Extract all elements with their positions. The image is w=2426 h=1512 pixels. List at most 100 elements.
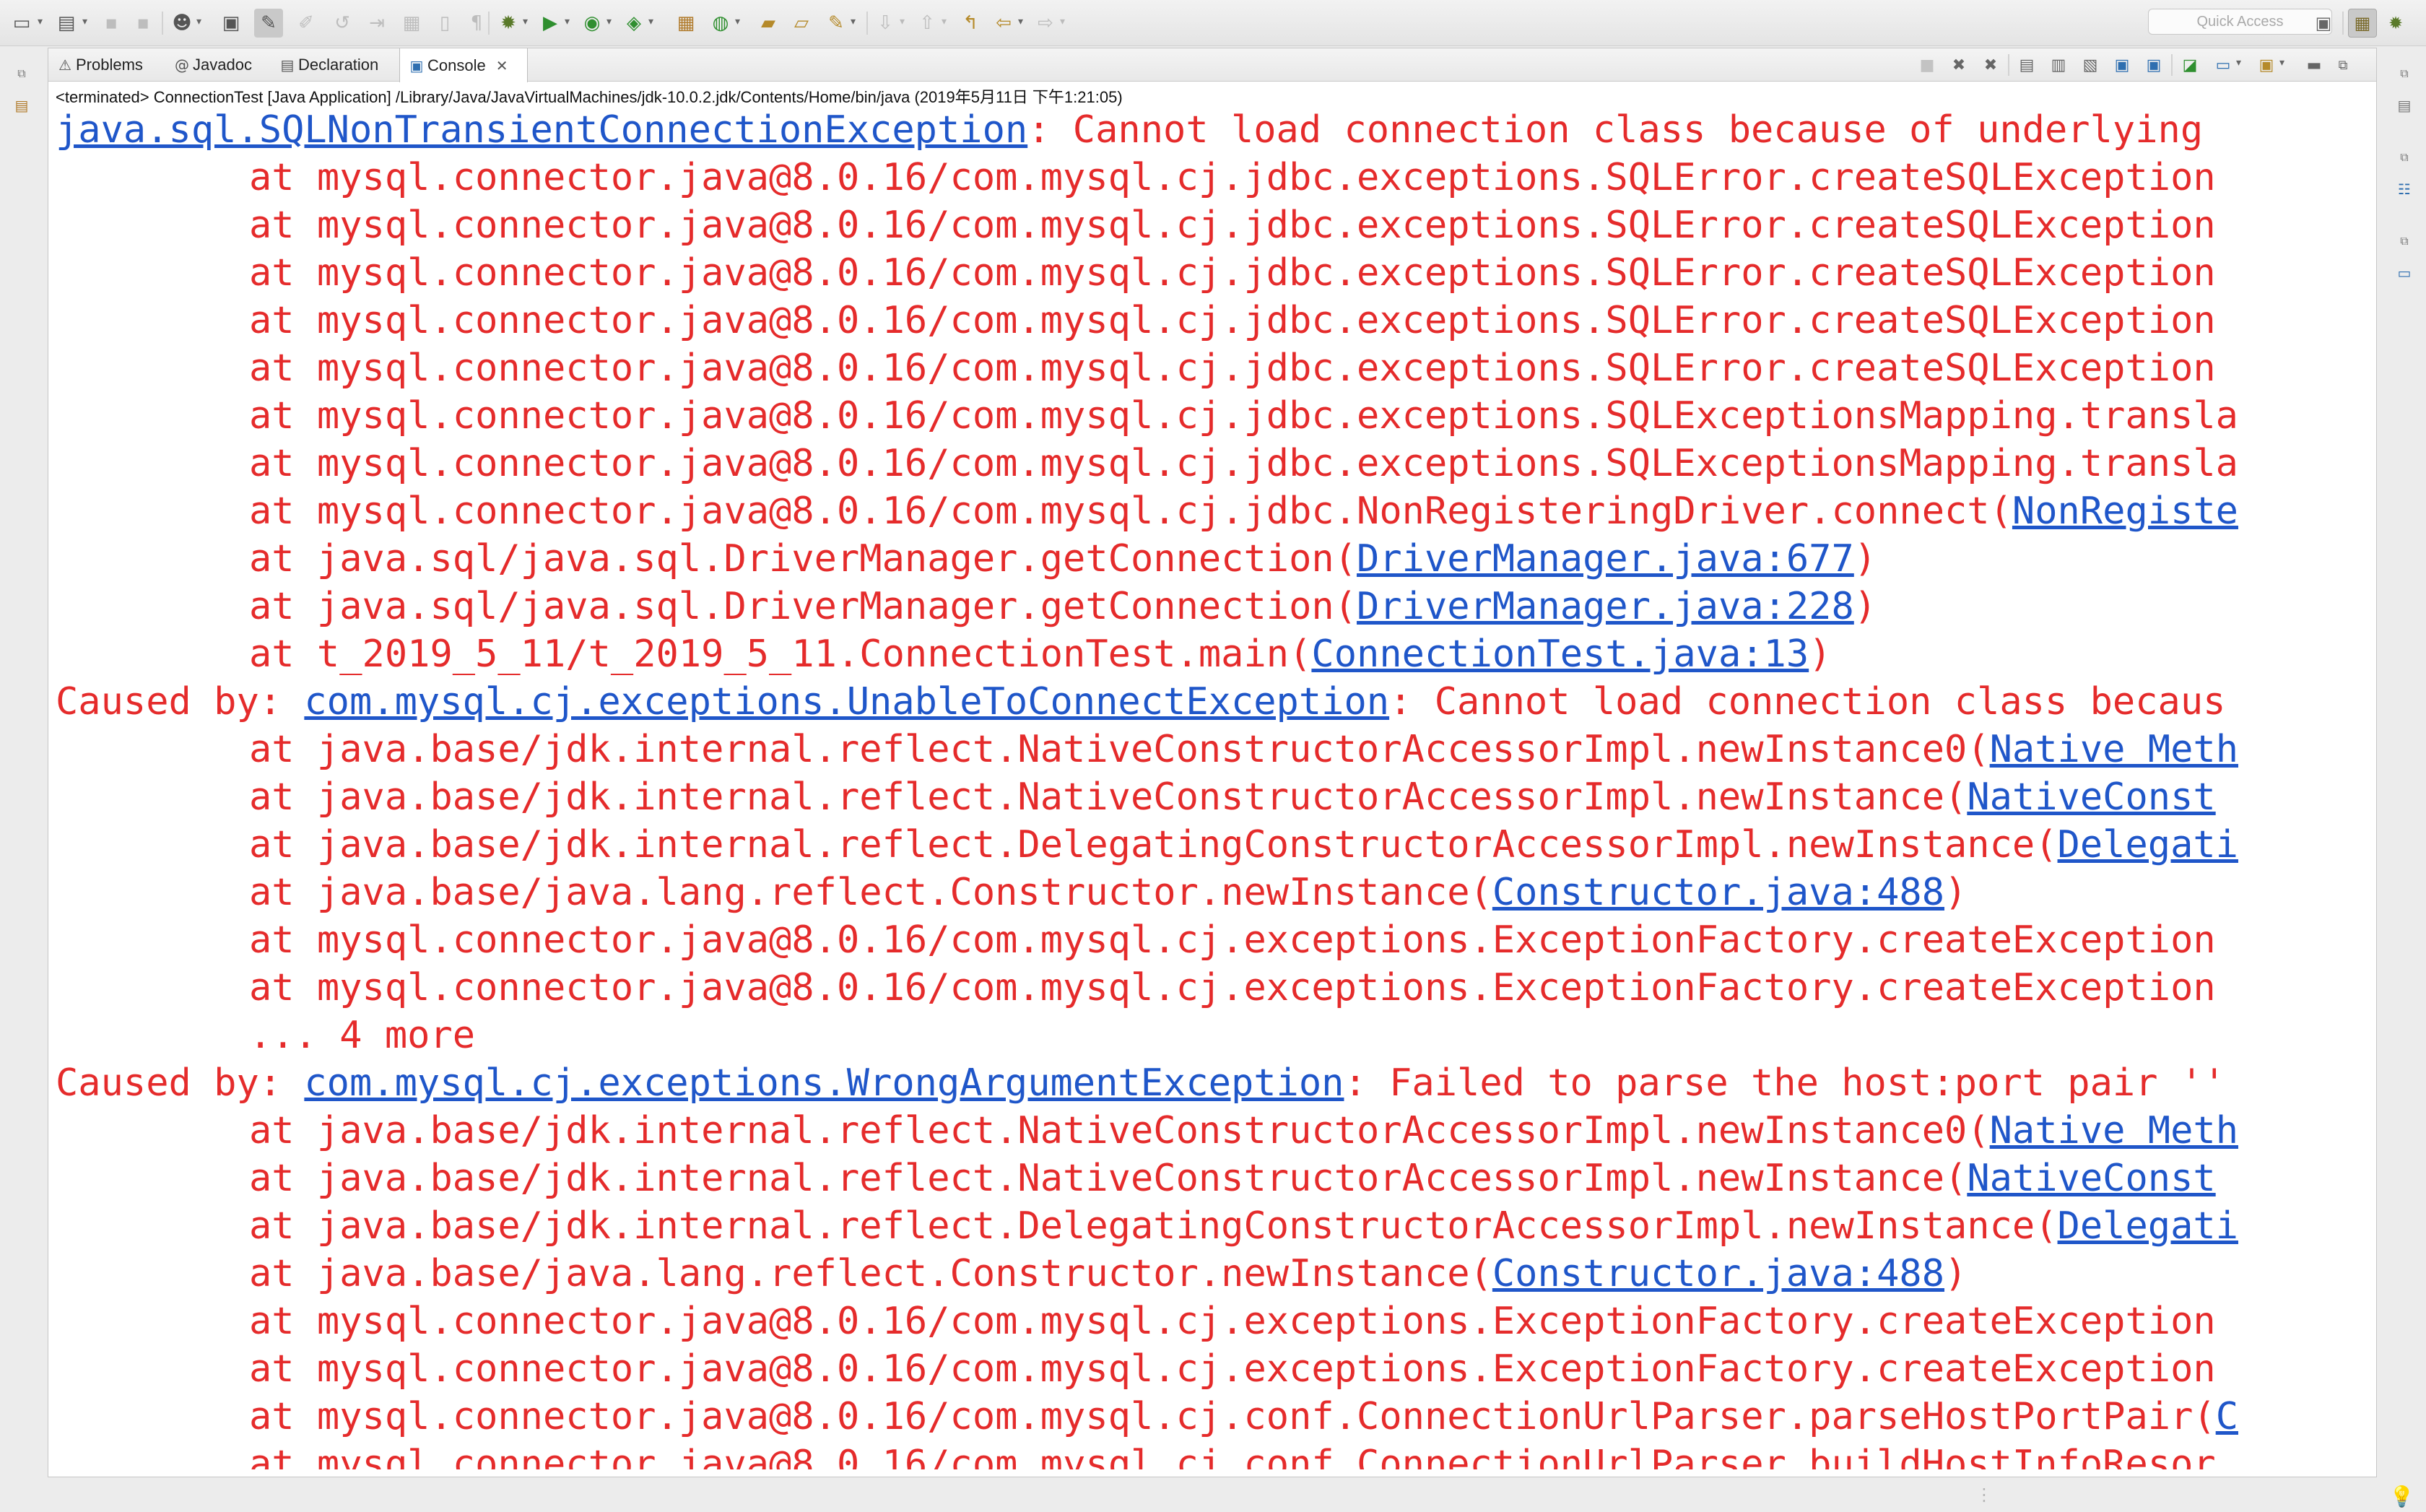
show-whitespace-icon[interactable]: ▯ [430, 9, 459, 38]
pilcrow-icon[interactable]: ¶ [462, 9, 491, 38]
new-java-package-icon[interactable]: ▦ [671, 9, 700, 38]
open-type-icon[interactable]: ▰ [754, 9, 783, 38]
stack-text: at java.base/jdk.internal.reflect.Native… [249, 1157, 1968, 1200]
stack-text: at java.base/jdk.internal.reflect.Native… [249, 1109, 1990, 1152]
external-tools-caret[interactable]: ▾ [648, 16, 653, 27]
package-explorer-icon[interactable]: ▤ [7, 94, 36, 117]
search-caret[interactable]: ▾ [851, 16, 856, 27]
last-edit-location-icon[interactable]: ↰ [956, 9, 985, 38]
new-project-icon[interactable]: ▤ [52, 9, 81, 38]
back-caret[interactable]: ▾ [1018, 16, 1023, 27]
previous-annotation-icon[interactable]: ⇧ [913, 9, 942, 38]
word-wrap-icon[interactable]: ▧ [2077, 53, 2103, 77]
restore-icon[interactable]: ⧉ [7, 62, 36, 85]
run-icon[interactable]: ▶ [536, 9, 565, 38]
open-perspective-icon[interactable]: ▣ [2309, 9, 2338, 38]
outline-icon[interactable]: ☷ [2390, 178, 2419, 201]
clear-console-icon[interactable]: ▤ [2014, 53, 2040, 77]
tab-console[interactable]: ▣ Console ✕ [399, 48, 528, 82]
tip-bulb-icon[interactable]: 💡 [2389, 1485, 2414, 1508]
stack-link[interactable]: Constructor.java:488 [1492, 1252, 1944, 1295]
stack-link[interactable]: Delegati [2058, 823, 2238, 866]
close-tab-icon[interactable]: ✕ [496, 57, 508, 74]
quick-access-input[interactable]: Quick Access [2148, 9, 2332, 35]
terminate-icon[interactable]: ■ [1914, 53, 1940, 77]
stack-link[interactable]: ConnectionTest.java:13 [1311, 633, 1809, 676]
minimize-view-icon[interactable]: ▬ [2301, 53, 2327, 77]
console-line: at mysql.connector.java@8.0.16/com.mysql… [56, 916, 2369, 964]
restore-icon[interactable]: ⧉ [2390, 230, 2419, 253]
restore-icon[interactable]: ⧉ [2390, 146, 2419, 169]
save-icon[interactable]: ▪ [97, 9, 126, 38]
save-all-icon[interactable]: ▪ [129, 9, 157, 38]
tab-declaration[interactable]: ▤ Declaration [271, 48, 399, 82]
view-icon[interactable]: ▭ [2390, 261, 2419, 284]
format-icon[interactable]: ▦ [397, 9, 426, 38]
stack-text: at mysql.connector.java@8.0.16/com.mysql… [249, 1300, 2216, 1343]
open-console-caret[interactable]: ▾ [2279, 57, 2284, 69]
stack-link[interactable]: Delegati [2058, 1204, 2238, 1248]
open-console-icon[interactable]: ▣ [2253, 53, 2279, 77]
tab-javadoc[interactable]: @ Javadoc [165, 48, 271, 82]
console-output[interactable]: java.sql.SQLNonTransientConnectionExcept… [56, 106, 2369, 1469]
stack-link[interactable]: java.sql.SQLNonTransientConnectionExcept… [56, 108, 1027, 152]
next-annotation-caret[interactable]: ▾ [900, 16, 905, 27]
stack-link[interactable]: DriverManager.java:228 [1357, 585, 1854, 628]
next-annotation-icon[interactable]: ⇩ [871, 9, 900, 38]
java-perspective-icon[interactable]: ▦ [2348, 9, 2377, 38]
block-selection-icon[interactable]: ✐ [292, 9, 321, 38]
new-wizard-icon[interactable]: ▭ [7, 9, 36, 38]
debug-perspective-icon[interactable]: ✹ [2381, 9, 2410, 38]
new-java-class-caret[interactable]: ▾ [735, 16, 740, 27]
task-list-icon[interactable]: ▤ [2390, 94, 2419, 117]
whitespace-icon[interactable]: ⇥ [362, 9, 391, 38]
toggle-mark-occurrences-icon[interactable]: ✎ [254, 9, 283, 38]
javadoc-icon: @ [175, 56, 189, 74]
scroll-lock-icon[interactable]: ▥ [2045, 53, 2071, 77]
new-dropdown-caret[interactable]: ▾ [38, 16, 43, 27]
display-console-icon[interactable]: ▭ [2210, 53, 2236, 77]
terminal-icon[interactable]: ▣ [217, 9, 245, 38]
stack-link[interactable]: DriverManager.java:677 [1357, 537, 1854, 581]
declaration-icon: ▤ [280, 56, 295, 74]
tab-problems[interactable]: ⚠ Problems [48, 48, 164, 82]
account-caret[interactable]: ▾ [196, 16, 201, 27]
stack-link[interactable]: NativeConst [1967, 1157, 2215, 1200]
stack-link[interactable]: NonRegiste [2012, 490, 2238, 533]
debug-caret[interactable]: ▾ [523, 16, 528, 27]
new-project-caret[interactable]: ▾ [82, 16, 87, 27]
show-on-stderr-icon[interactable]: ▣ [2141, 53, 2167, 77]
account-icon[interactable]: ☻ [168, 9, 196, 38]
restore-icon[interactable]: ⧉ [2390, 62, 2419, 85]
status-bar-grip[interactable]: ⋮ [1975, 1485, 1993, 1505]
coverage-icon[interactable]: ◉ [578, 9, 606, 38]
display-console-caret[interactable]: ▾ [2236, 57, 2241, 69]
coverage-caret[interactable]: ▾ [606, 16, 612, 27]
stack-link[interactable]: Native Meth [1990, 1109, 2238, 1152]
stack-link[interactable]: C [2216, 1395, 2238, 1438]
stack-link[interactable]: Constructor.java:488 [1492, 871, 1944, 914]
external-tools-icon[interactable]: ◈ [619, 9, 648, 38]
stack-text-after: ) [1944, 871, 1968, 914]
stack-text: Caused by: [56, 680, 305, 724]
search-icon[interactable]: ✎ [822, 9, 851, 38]
stack-link[interactable]: Native Meth [1990, 728, 2238, 771]
pin-console-icon[interactable]: ◪ [2177, 53, 2203, 77]
run-caret[interactable]: ▾ [565, 16, 570, 27]
stack-link[interactable]: com.mysql.cj.exceptions.WrongArgumentExc… [304, 1061, 1344, 1105]
forward-caret[interactable]: ▾ [1060, 16, 1065, 27]
back-icon[interactable]: ⇦ [989, 9, 1018, 38]
previous-annotation-caret[interactable]: ▾ [942, 16, 947, 27]
remove-all-terminated-icon[interactable]: ✖ [1978, 53, 2004, 77]
remove-launch-icon[interactable]: ✖ [1946, 53, 1972, 77]
console-line: at mysql.connector.java@8.0.16/com.mysql… [56, 1345, 2369, 1393]
forward-icon[interactable]: ⇨ [1031, 9, 1060, 38]
maximize-view-icon[interactable]: ⧉ [2330, 53, 2356, 77]
word-wrap-icon[interactable]: ↺ [328, 9, 357, 38]
stack-link[interactable]: com.mysql.cj.exceptions.UnableToConnectE… [304, 680, 1389, 724]
show-on-stdout-icon[interactable]: ▣ [2109, 53, 2135, 77]
new-java-class-icon[interactable]: ◍ [706, 9, 735, 38]
open-task-icon[interactable]: ▱ [787, 9, 816, 38]
stack-link[interactable]: NativeConst [1967, 775, 2215, 819]
debug-icon[interactable]: ✹ [494, 9, 523, 38]
